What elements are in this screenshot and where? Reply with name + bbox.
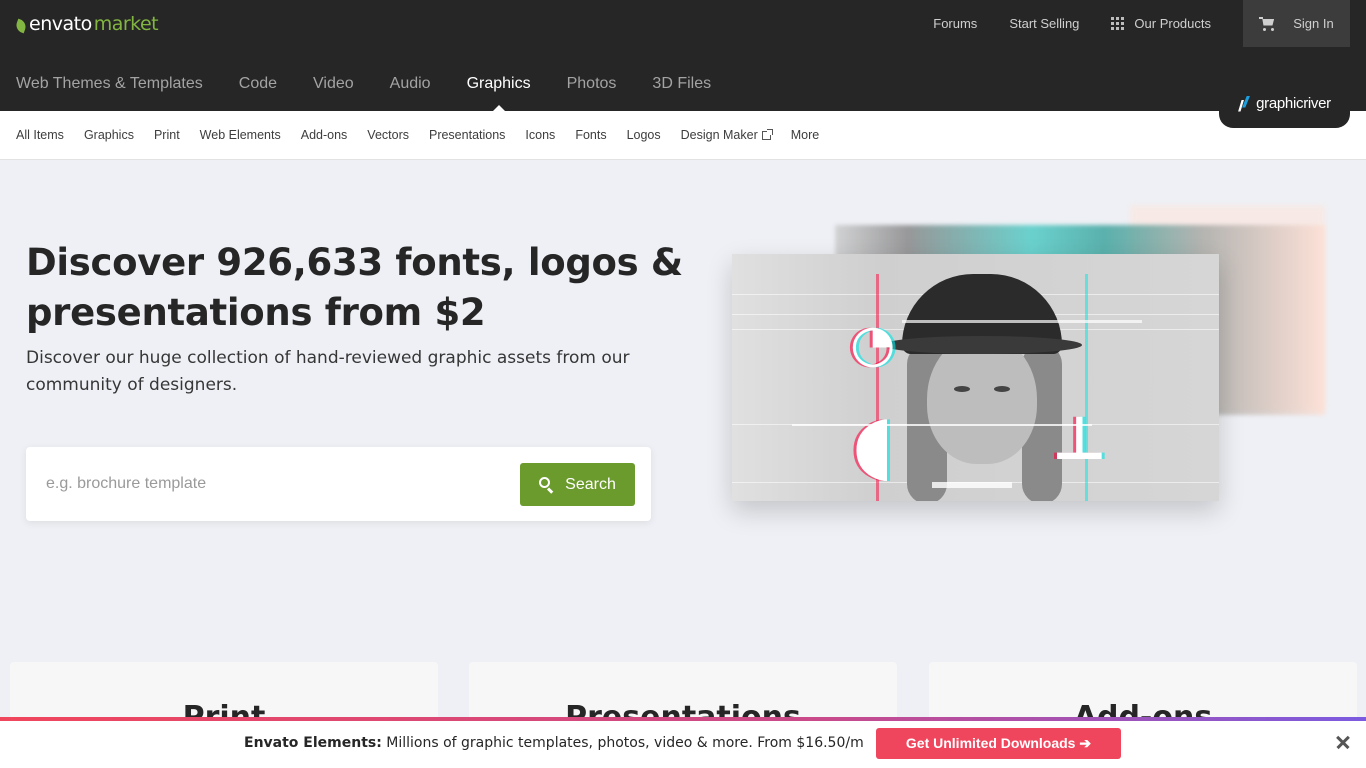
logo-suffix: market bbox=[93, 13, 159, 35]
subnav-graphics[interactable]: Graphics bbox=[84, 128, 134, 142]
design-maker-label: Design Maker bbox=[680, 128, 758, 142]
glitch-shape-3: ⊥ bbox=[1052, 404, 1107, 474]
subnav-all-items[interactable]: All Items bbox=[16, 128, 64, 142]
subnav-print[interactable]: Print bbox=[154, 128, 180, 142]
glitch-shape-2: ◖ bbox=[852, 397, 895, 490]
subnav-web-elements[interactable]: Web Elements bbox=[200, 128, 281, 142]
close-icon[interactable] bbox=[1334, 733, 1352, 751]
subnav-icons[interactable]: Icons bbox=[525, 128, 555, 142]
top-links: Forums Start Selling Our Products Sign I… bbox=[933, 0, 1366, 47]
search-button[interactable]: Search bbox=[520, 463, 635, 506]
banner-message: Millions of graphic templates, photos, v… bbox=[381, 735, 864, 751]
elements-promo-banner: Envato Elements: Millions of graphic tem… bbox=[0, 717, 1366, 768]
sub-nav: All Items Graphics Print Web Elements Ad… bbox=[0, 111, 1366, 160]
category-photos[interactable]: Photos bbox=[567, 64, 617, 104]
hero-image-collage: ◔ ◖ ⊥ bbox=[720, 200, 1340, 520]
subnav-design-maker[interactable]: Design Maker bbox=[680, 128, 773, 142]
signin-area: Sign In bbox=[1243, 0, 1350, 47]
subnav-presentations[interactable]: Presentations bbox=[429, 128, 505, 142]
category-web-themes[interactable]: Web Themes & Templates bbox=[16, 64, 203, 104]
subnav-fonts[interactable]: Fonts bbox=[575, 128, 606, 142]
graphicriver-badge[interactable]: graphicriver bbox=[1219, 79, 1350, 128]
banner-gradient-stripe bbox=[0, 717, 1366, 721]
search-button-label: Search bbox=[565, 475, 616, 493]
category-nav: Web Themes & Templates Code Video Audio … bbox=[16, 64, 747, 111]
subnav-logos[interactable]: Logos bbox=[627, 128, 661, 142]
subnav-add-ons[interactable]: Add-ons bbox=[301, 128, 348, 142]
leaf-icon bbox=[14, 18, 28, 34]
search-icon bbox=[539, 477, 554, 494]
our-products-label: Our Products bbox=[1134, 16, 1211, 31]
category-3d-files[interactable]: 3D Files bbox=[652, 64, 711, 104]
search-input[interactable] bbox=[46, 469, 516, 499]
our-products-link[interactable]: Our Products bbox=[1111, 16, 1211, 31]
subnav-more[interactable]: More bbox=[791, 128, 819, 142]
hero-subtitle: Discover our huge collection of hand-rev… bbox=[26, 348, 630, 395]
signin-button[interactable]: Sign In bbox=[1293, 16, 1333, 31]
cart-icon[interactable] bbox=[1259, 16, 1275, 31]
hero-title: Discover 926,633 fonts, logos & presenta… bbox=[26, 241, 683, 334]
category-graphics[interactable]: Graphics bbox=[467, 64, 531, 111]
banner-brand: Envato Elements: bbox=[244, 735, 382, 751]
search-box: Search bbox=[26, 447, 651, 521]
hero-image-glitch-portrait: ◔ ◖ ⊥ bbox=[732, 254, 1219, 501]
graphicriver-text: graphicriver bbox=[1256, 95, 1331, 112]
graphicriver-logo-icon bbox=[1238, 95, 1252, 112]
category-audio[interactable]: Audio bbox=[390, 64, 431, 104]
top-bar: envato market Forums Start Selling Our Pr… bbox=[0, 0, 1366, 111]
category-video[interactable]: Video bbox=[313, 64, 354, 104]
subnav-vectors[interactable]: Vectors bbox=[367, 128, 409, 142]
envato-market-logo[interactable]: envato market bbox=[14, 13, 159, 35]
banner-text: Envato Elements: Millions of graphic tem… bbox=[244, 735, 864, 751]
grid-icon bbox=[1111, 17, 1125, 30]
forums-link[interactable]: Forums bbox=[933, 16, 977, 31]
get-unlimited-downloads-button[interactable]: Get Unlimited Downloads ➔ bbox=[876, 728, 1121, 759]
start-selling-link[interactable]: Start Selling bbox=[1009, 16, 1079, 31]
logo-brand: envato bbox=[29, 13, 92, 35]
category-code[interactable]: Code bbox=[239, 64, 277, 104]
external-link-icon bbox=[761, 128, 773, 140]
glitch-shape-1: ◔ bbox=[850, 314, 896, 374]
